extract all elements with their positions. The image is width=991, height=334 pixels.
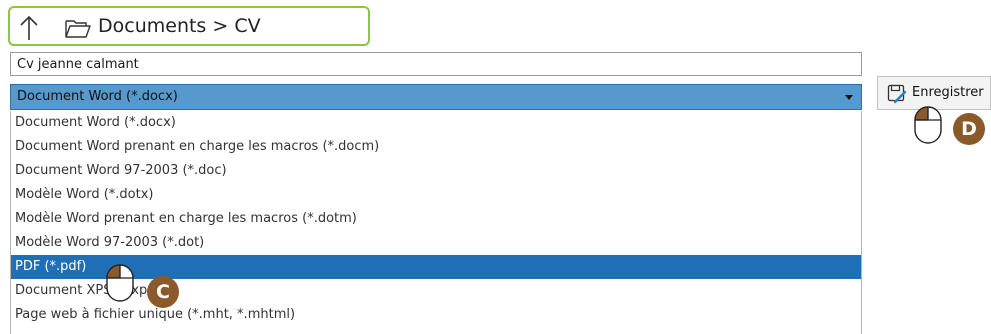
file-type-dropdown: Document Word (*.docx) Document Word pre… [10,111,862,334]
save-icon [887,84,907,104]
file-type-select[interactable]: Document Word (*.docx) [10,84,862,110]
file-type-selected: Document Word (*.docx) [17,89,178,104]
file-type-option[interactable]: Modèle Word 97-2003 (*.dot) [11,231,861,255]
chevron-down-icon[interactable] [845,95,853,100]
file-type-option[interactable]: Modèle Word (*.dotx) [11,183,861,207]
file-type-option[interactable]: Modèle Word prenant en charge les macros… [11,207,861,231]
filename-input[interactable] [10,52,862,76]
save-button-label: Enregistrer [912,85,984,100]
file-type-option[interactable]: Document XPS (*.xps) [11,279,861,303]
file-type-option[interactable]: Document Word prenant en charge les macr… [11,135,861,159]
folder-open-icon [65,20,91,38]
file-type-option[interactable]: Document Word 97-2003 (*.doc) [11,159,861,183]
file-type-option-pdf[interactable]: PDF (*.pdf) [11,255,861,279]
breadcrumb-path[interactable]: Documents > CV [98,15,261,37]
step-badge-d: D [953,113,985,145]
save-button[interactable]: Enregistrer [877,76,991,110]
breadcrumb-bar: Documents > CV [8,6,370,46]
up-arrow-icon[interactable] [18,14,40,42]
step-badge-c: C [147,276,179,308]
mouse-click-icon [914,106,942,144]
file-type-option[interactable]: Document Word (*.docx) [11,111,861,135]
file-type-option[interactable]: Page web à fichier unique (*.mht, *.mhtm… [11,303,861,327]
mouse-click-icon [106,264,134,302]
